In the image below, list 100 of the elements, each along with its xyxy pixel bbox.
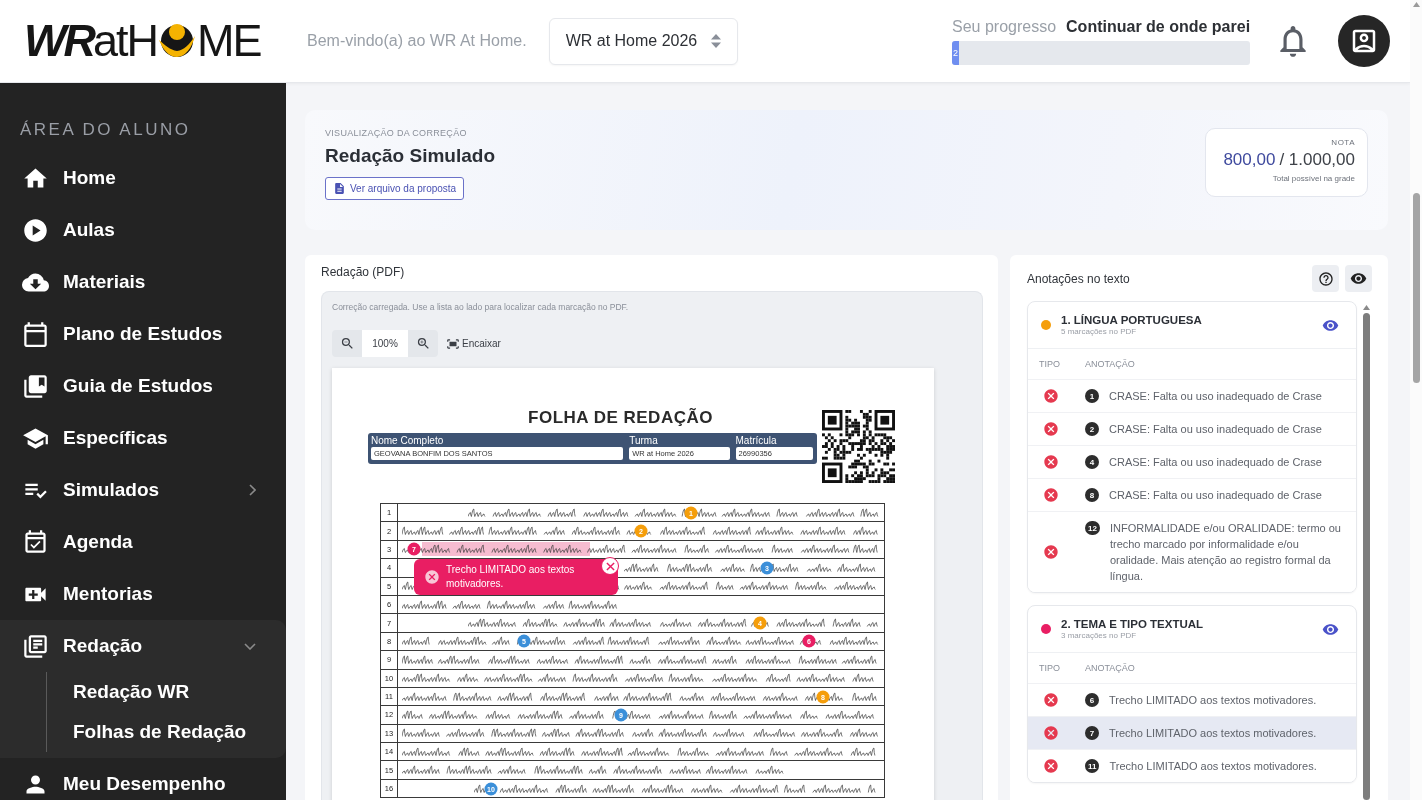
error-x-icon [1043, 421, 1059, 437]
annotation-text: CRASE: Falta ou uso inadequado de Crase [1109, 389, 1322, 404]
annotation-text: INFORMALIDADE e/ou ORALIDADE: termo ou trecho marcado por informalidade e/ou oralidade. Mais atenção ao registro formal da língua. [1109, 521, 1342, 584]
annotation-row[interactable]: 1 CRASE: Falta ou uso inadequado de Crase [1028, 379, 1356, 412]
error-x-icon [1043, 758, 1059, 774]
chevron-down-icon [244, 642, 256, 650]
annotation-row[interactable]: 11 Trecho LIMITADO aos textos motivadores. [1028, 749, 1356, 782]
page-title: Redação Simulado [325, 144, 495, 168]
column-header: TIPO [1038, 359, 1061, 369]
scroll-up-icon[interactable] [1412, 2, 1420, 7]
field-label: Matrícula [735, 435, 778, 447]
annotation-text: Trecho LIMITADO aos textos motivadores. [1109, 693, 1317, 708]
status-text: Correção carregada. Use a lista ao lado para localizar cada marcação no PDF. [332, 301, 630, 313]
nav-item[interactable]: Redação [0, 620, 286, 672]
nav-item[interactable]: Agenda [0, 516, 286, 568]
calendar-icon [22, 320, 49, 348]
marker-number: 11 [1085, 759, 1100, 773]
annotation-row[interactable]: 4 CRASE: Falta ou uso inadequado de Crase [1028, 445, 1356, 478]
help-button[interactable] [1312, 265, 1339, 292]
field-label: Nome Completo [371, 435, 445, 447]
fit-screen-icon [446, 336, 460, 351]
continue-link[interactable]: Continuar de onde parei [1066, 17, 1251, 36]
eyebrow-label: VISUALIZAÇÃO DA CORREÇÃO [325, 127, 467, 139]
column-header: ANOTAÇÃO [1085, 359, 1135, 369]
nav-item[interactable]: Específicas [0, 412, 286, 464]
popup-text: Trecho LIMITADO aos textos motivadores. [446, 563, 576, 591]
nav-item[interactable]: Meu Desempenho [0, 758, 286, 800]
welcome-text: Bem-vindo(a) ao WR At Home. [307, 32, 527, 50]
help-icon [1317, 270, 1334, 287]
close-button[interactable] [601, 557, 619, 575]
annotation-text: CRASE: Falta ou uso inadequado de Crase [1109, 455, 1322, 470]
marker-number: 12 [1085, 521, 1100, 535]
annotation-text: CRASE: Falta ou uso inadequado de Crase [1109, 422, 1322, 437]
nav-item[interactable]: Simulados [0, 464, 286, 516]
panel-title: Anotações no texto [1027, 271, 1131, 286]
error-x-icon [1043, 487, 1059, 503]
nav-item[interactable]: Materiais [0, 256, 286, 308]
marker-number: 4 [1085, 455, 1099, 469]
column-header: ANOTAÇÃO [1085, 663, 1135, 673]
annotation-row[interactable]: 7 Trecho LIMITADO aos textos motivadores. [1028, 716, 1356, 749]
annotation-row[interactable]: 2 CRASE: Falta ou uso inadequado de Crase [1028, 412, 1356, 445]
column-header: TIPO [1038, 663, 1061, 673]
visibility-button[interactable] [1345, 265, 1372, 292]
error-x-icon [1043, 692, 1059, 708]
category-title: 2. TEMA E TIPO TEXTUAL [1061, 617, 1205, 631]
fit-button[interactable]: Encaixar [446, 330, 501, 357]
nav-item[interactable]: Home [0, 152, 286, 204]
logo-wordmark: ME [197, 21, 261, 61]
nav-item[interactable]: Mentorias [0, 568, 286, 620]
error-x-icon [1043, 544, 1059, 560]
grade-label: NOTA [1331, 137, 1355, 148]
section-title: ÁREA DO ALUNO [19, 120, 192, 140]
error-x-icon [1043, 725, 1059, 741]
grade-score: 800,00 [1223, 150, 1276, 170]
zoom-out-icon [339, 336, 355, 351]
error-x-icon [1043, 388, 1059, 404]
panel-title: Redação (PDF) [321, 264, 406, 280]
error-x-icon [1043, 454, 1059, 470]
field-label: Turma [629, 435, 659, 447]
calendar-check-icon [22, 528, 49, 556]
sort-caret-icon [711, 34, 722, 48]
marker-number: 2 [1085, 422, 1099, 436]
document-icon [333, 182, 346, 195]
proposal-button[interactable]: Ver arquivo da proposta [325, 177, 465, 200]
nav-item[interactable]: Guia de Estudos [0, 360, 286, 412]
nav-subitem[interactable]: Redação WR [73, 672, 286, 712]
marker-number: 6 [1085, 693, 1099, 707]
zoom-in-icon [415, 336, 431, 351]
annotation-text: CRASE: Falta ou uso inadequado de Crase [1109, 488, 1322, 503]
annotation-text: Trecho LIMITADO aos textos motivadores. [1109, 726, 1317, 741]
bookmark-books-icon [22, 372, 49, 400]
avatar-button[interactable] [1338, 15, 1390, 67]
annotation-row[interactable]: 6 Trecho LIMITADO aos textos motivadores. [1028, 683, 1356, 716]
progress-reading: 2 [952, 47, 958, 58]
chevron-right-icon [249, 484, 256, 496]
nav-subitem[interactable]: Folhas de Redação [73, 712, 286, 752]
grade-caption: Total possível na grade [1272, 173, 1355, 185]
logo-wordmark: WRatH [24, 21, 157, 61]
figure-ball-icon [159, 23, 195, 59]
play-icon [22, 216, 49, 244]
course-select[interactable]: WR at Home 2026 [548, 17, 739, 65]
sheet-title: FOLHA DE REDAÇÃO [527, 408, 714, 428]
marker-number: 7 [1085, 726, 1099, 740]
category-subtitle: 5 marcações no PDF [1061, 327, 1138, 337]
scrollbar-thumb[interactable] [1362, 312, 1370, 800]
marker-number: 8 [1085, 488, 1099, 502]
nav-item[interactable]: Aulas [0, 204, 286, 256]
annotation-row[interactable]: 12 INFORMALIDADE e/ou ORALIDADE: termo ou trecho marcado por informalidade e/ou oralidade. Mais atenção ao registro formal da língua. [1028, 511, 1356, 592]
document-stack-icon [22, 632, 49, 660]
scroll-up-icon[interactable] [1362, 305, 1370, 310]
nav-item[interactable]: Plano de Estudos [0, 308, 286, 360]
category-subtitle: 3 marcações no PDF [1061, 631, 1138, 641]
zoom-value: 100% [362, 330, 408, 357]
progress-label: Seu progresso [952, 17, 1057, 36]
marker-number: 1 [1085, 389, 1099, 403]
close-icon [605, 561, 615, 571]
scrollbar-thumb[interactable] [1412, 192, 1420, 383]
annotation-row[interactable]: 8 CRASE: Falta ou uso inadequado de Crase [1028, 478, 1356, 511]
error-x-icon [424, 569, 440, 585]
eye-icon [1350, 270, 1367, 287]
